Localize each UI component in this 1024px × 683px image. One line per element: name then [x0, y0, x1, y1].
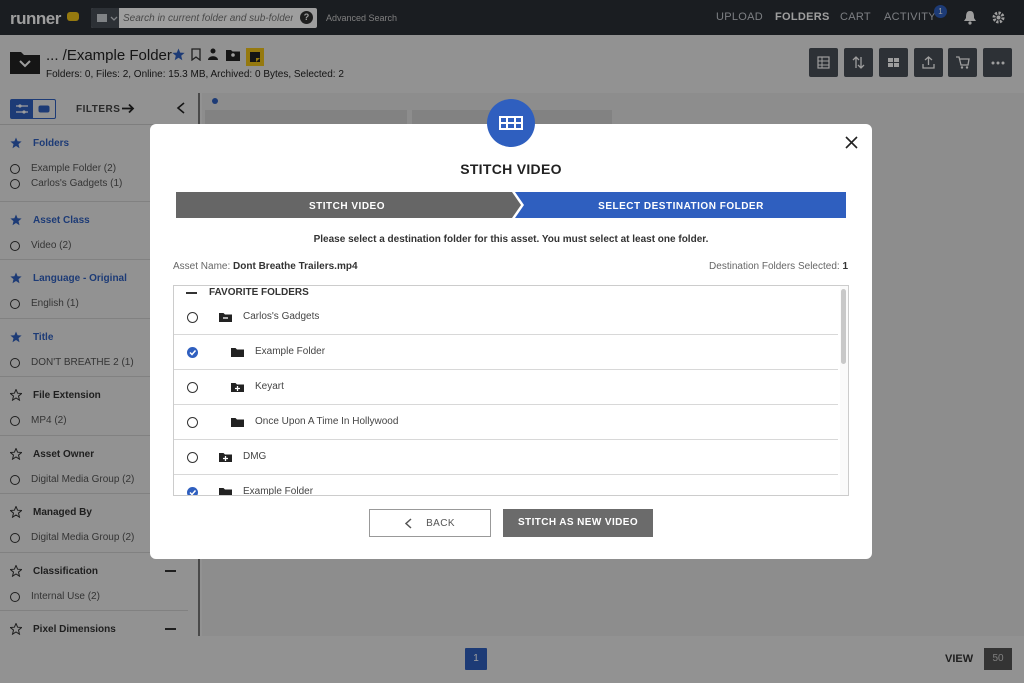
asset-name-value: Dont Breathe Trailers.mp4 [233, 261, 358, 272]
radio-unchecked[interactable] [187, 452, 198, 463]
folder-icon [231, 417, 244, 428]
stitch-icon-badge [487, 99, 535, 147]
folder-name: Once Upon A Time In Hollywood [255, 416, 399, 427]
step-2-label: SELECT DESTINATION FOLDER [598, 201, 764, 212]
wizard-steps: STITCH VIDEO SELECT DESTINATION FOLDER [176, 192, 846, 218]
collapse-minus-icon[interactable] [186, 292, 197, 294]
folder-row[interactable]: Carlos's Gadgets [174, 300, 838, 335]
film-stitch-icon [499, 116, 523, 130]
destination-count-value: 1 [842, 261, 848, 272]
scrollbar-thumb[interactable] [841, 289, 846, 364]
folder-row[interactable]: Example Folder [174, 475, 838, 496]
radio-unchecked[interactable] [187, 312, 198, 323]
back-button-label: BACK [426, 517, 455, 529]
folder-open-icon [219, 312, 232, 323]
step-1-label: STITCH VIDEO [309, 201, 385, 212]
destination-count-info: Destination Folders Selected: 1 [709, 261, 848, 272]
folder-icon [219, 487, 232, 495]
favorite-folders-label: FAVORITE FOLDERS [209, 287, 309, 298]
folder-plus-icon [219, 452, 232, 463]
stitch-as-new-video-button[interactable]: STITCH AS NEW VIDEO [503, 509, 653, 537]
favorite-folders-header[interactable]: FAVORITE FOLDERS [174, 286, 838, 300]
folder-row[interactable]: Once Upon A Time In Hollywood [174, 405, 838, 440]
folder-name: Keyart [255, 381, 284, 392]
folder-name: DMG [243, 451, 267, 462]
folder-row[interactable]: Example Folder [174, 335, 838, 370]
radio-unchecked[interactable] [187, 417, 198, 428]
folder-name: Example Folder [243, 486, 314, 496]
modal-title: STITCH VIDEO [460, 161, 562, 177]
asset-name-label: Asset Name: [173, 261, 231, 272]
folder-row[interactable]: DMG [174, 440, 838, 475]
radio-unchecked[interactable] [187, 382, 198, 393]
destination-count-label: Destination Folders Selected: [709, 261, 840, 272]
instruction-text: Please select a destination folder for t… [313, 234, 709, 245]
folder-row[interactable]: Keyart [174, 370, 838, 405]
folder-list-scrollbar[interactable] [840, 286, 848, 495]
chevron-left-icon [405, 517, 412, 529]
radio-checked[interactable] [187, 347, 198, 358]
folder-icon [231, 347, 244, 358]
asset-name-info: Asset Name: Dont Breathe Trailers.mp4 [173, 261, 358, 272]
folder-name: Example Folder [255, 346, 326, 357]
back-button[interactable]: BACK [369, 509, 491, 537]
close-icon[interactable] [845, 136, 858, 149]
folder-plus-icon [231, 382, 244, 393]
folder-list: FAVORITE FOLDERS Carlos's Gadgets Example… [173, 285, 849, 496]
stitch-video-modal: STITCH VIDEO STITCH VIDEO SELECT DESTINA… [150, 124, 872, 559]
folder-name: Carlos's Gadgets [243, 311, 320, 322]
radio-checked[interactable] [187, 487, 198, 495]
